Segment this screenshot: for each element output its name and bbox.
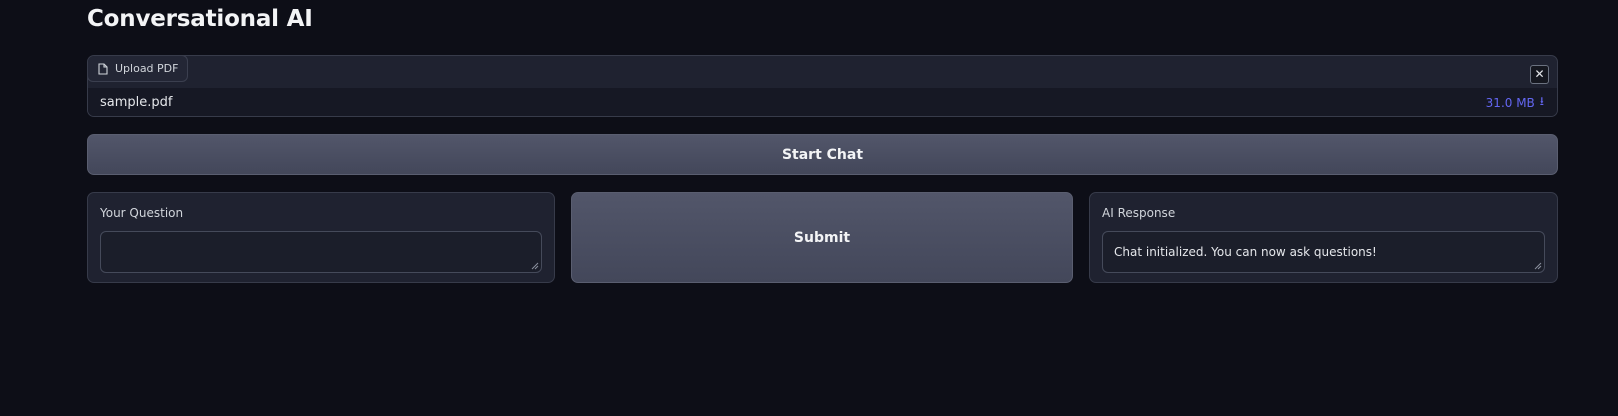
response-label: AI Response bbox=[1102, 206, 1176, 220]
resize-handle-icon[interactable] bbox=[531, 262, 539, 270]
file-name: sample.pdf bbox=[100, 95, 173, 110]
resize-handle-icon[interactable] bbox=[1534, 262, 1542, 270]
file-icon bbox=[98, 62, 108, 75]
pdf-upload-panel: Upload PDF ✕ sample.pdf 31.0 MB ⭳ bbox=[87, 55, 1558, 117]
question-label: Your Question bbox=[100, 206, 184, 220]
question-input[interactable] bbox=[100, 231, 542, 273]
file-size: 31.0 MB bbox=[1485, 95, 1535, 110]
response-text: Chat initialized. You can now ask questi… bbox=[1114, 245, 1377, 259]
response-output[interactable]: Chat initialized. You can now ask questi… bbox=[1102, 231, 1545, 273]
response-block: AI Response Chat initialized. You can no… bbox=[1089, 192, 1558, 283]
page-title: Conversational AI bbox=[87, 6, 313, 32]
start-chat-button[interactable]: Start Chat bbox=[87, 134, 1558, 175]
submit-button[interactable]: Submit bbox=[571, 192, 1073, 283]
file-download-link[interactable]: 31.0 MB ⭳ bbox=[1486, 92, 1544, 113]
download-icon: ⭳ bbox=[1539, 94, 1544, 108]
close-icon: ✕ bbox=[1534, 67, 1545, 81]
upload-pdf-tab[interactable]: Upload PDF bbox=[88, 56, 189, 82]
upload-pdf-label: Upload PDF bbox=[115, 62, 179, 75]
uploaded-file-row: sample.pdf 31.0 MB ⭳ bbox=[88, 88, 1557, 116]
clear-file-button[interactable]: ✕ bbox=[1530, 65, 1549, 84]
app-root: Conversational AI Upload PDF ✕ sample.pd… bbox=[0, 0, 1618, 416]
question-block: Your Question bbox=[87, 192, 555, 283]
